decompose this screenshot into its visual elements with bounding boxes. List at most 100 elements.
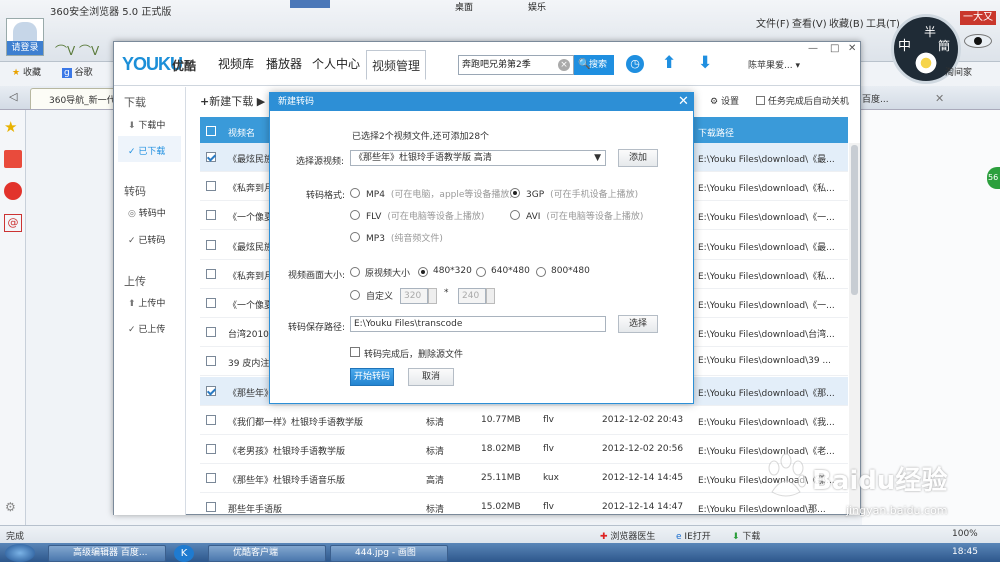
row-checkbox[interactable] <box>206 239 216 250</box>
start-transcode-button[interactable]: 开始转码 <box>350 368 394 386</box>
delete-source-checkbox[interactable] <box>350 347 360 357</box>
menu-tools[interactable]: 工具(T) <box>866 15 900 30</box>
weibo-icon[interactable] <box>4 182 22 200</box>
back-arrow-icon[interactable]: ◁ <box>9 90 17 103</box>
row-checkbox[interactable] <box>206 152 216 162</box>
tab-entertainment[interactable]: 娱乐 <box>528 0 546 13</box>
tab-personal-center[interactable]: 个人中心 <box>312 55 360 72</box>
clear-icon[interactable]: × <box>558 59 570 71</box>
size-radio-0[interactable] <box>350 267 360 277</box>
custom-height-input[interactable]: 240 <box>458 288 486 304</box>
browser-tab-baidu[interactable]: 百度... <box>862 92 889 105</box>
row-checkbox[interactable] <box>206 181 216 192</box>
row-checkbox[interactable] <box>206 210 216 221</box>
format-radio-avi[interactable] <box>510 210 520 220</box>
status-doctor[interactable]: ✚ 浏览器医生 <box>600 529 655 542</box>
table-row[interactable]: 《我们都一样》杜银玲手语教学版 标清 10.77MB flv 2012-12-02 20… <box>200 406 848 435</box>
format-radio-mp3[interactable] <box>350 232 360 242</box>
col-name-header[interactable]: 视频名 <box>228 126 255 139</box>
user-name[interactable]: 陈苹果爱... ▾ <box>748 58 800 71</box>
format-radio-flv[interactable] <box>350 210 360 220</box>
row-checkbox[interactable] <box>206 473 216 484</box>
row-checkbox[interactable] <box>206 298 216 308</box>
gear-icon[interactable]: ⚙ <box>5 500 16 514</box>
browser-close-button[interactable]: 一大又 <box>960 11 996 25</box>
fav-google[interactable]: g 谷歌 <box>62 67 93 79</box>
sidebar-item-uploaded[interactable]: ✓ 已上传 <box>128 322 165 335</box>
sidebar-item-downloading[interactable]: ⬇ 下载中 <box>128 118 165 131</box>
custom-width-input[interactable]: 320 <box>400 288 428 304</box>
cell-size: 10.77MB <box>481 414 521 425</box>
start-button[interactable] <box>5 544 35 562</box>
sidebar-item-uploading[interactable]: ⬆ 上传中 <box>128 296 165 309</box>
cell-quality: 标清 <box>426 417 445 428</box>
email-icon[interactable]: @ <box>4 214 22 232</box>
sidebar-item-downloaded[interactable]: ✓ 已下载 <box>128 144 165 157</box>
status-zoom[interactable]: 100% <box>952 529 978 539</box>
login-avatar[interactable]: 请登录 <box>6 18 44 56</box>
side-badge[interactable]: 56 <box>987 167 1000 189</box>
scroll-thumb[interactable] <box>851 145 858 295</box>
size-radio-custom[interactable] <box>350 290 360 300</box>
auto-shutdown-toggle[interactable]: 任务完成后自动关机 <box>756 94 849 107</box>
sidebar-item-transcoded[interactable]: ✓ 已转码 <box>128 233 165 246</box>
height-spinner[interactable] <box>486 288 495 304</box>
settings-button[interactable]: ⚙ 设置 <box>710 94 739 107</box>
minimize-icon[interactable]: — <box>808 43 818 54</box>
browser-tab-360nav[interactable]: 360导航_新一代... <box>30 88 120 109</box>
dialog-close-icon[interactable]: ✕ <box>678 93 689 111</box>
row-checkbox[interactable] <box>206 444 216 454</box>
source-select[interactable]: 《那些年》杜银玲手语教学版 高清 ▼ <box>350 150 606 166</box>
row-checkbox[interactable] <box>206 356 216 367</box>
col-path-header[interactable]: 下载路径 <box>698 126 734 139</box>
row-checkbox[interactable] <box>206 414 216 425</box>
tab-player[interactable]: 播放器 <box>266 55 302 72</box>
upload-icon[interactable]: ⬆ <box>662 53 676 73</box>
format-radio-3gp[interactable] <box>510 188 520 198</box>
fav-taojianjia[interactable]: 淘间家 <box>945 67 972 79</box>
fav-star-item[interactable]: ★ 收藏 <box>12 67 41 79</box>
add-button[interactable]: 添加 <box>618 149 658 167</box>
row-checkbox[interactable] <box>206 268 216 279</box>
table-row[interactable]: 那些年手语版 标清 15.02MB flv 2012-12-14 14:47 E:\You… <box>200 493 848 523</box>
history-icon[interactable]: ◷ <box>626 55 644 73</box>
sidebar-item-transcoding[interactable]: ◎ 转码中 <box>128 206 166 219</box>
avatar-char-1: 中 <box>898 39 912 54</box>
new-download-button[interactable]: +新建下载 ▶ <box>200 93 265 109</box>
table-row[interactable]: 《老男孩》杜银玲手语教学版 标清 18.02MB flv 2012-12-02 20:5… <box>200 435 848 464</box>
row-checkbox[interactable] <box>206 502 216 513</box>
tab-video-management[interactable]: 视频管理 <box>366 50 426 80</box>
favorites-star-icon[interactable]: ★ <box>4 118 17 136</box>
calendar-icon[interactable] <box>4 150 22 168</box>
watermark-brand: Baidu经验 <box>812 466 948 496</box>
close-icon[interactable]: ✕ <box>848 43 856 54</box>
select-all-checkbox[interactable] <box>206 126 216 136</box>
size-radio-2[interactable] <box>476 267 486 277</box>
width-spinner[interactable] <box>428 288 437 304</box>
taskbar-youku[interactable]: 优酷客户端 <box>208 545 326 562</box>
taskbar-editor[interactable]: 高级编辑器 百度... <box>48 545 166 562</box>
download-icon[interactable]: ⬇ <box>698 53 712 73</box>
status-ie-open[interactable]: e IE打开 <box>676 529 711 542</box>
menu-view[interactable]: 查看(V) <box>792 15 827 30</box>
size-radio-3[interactable] <box>536 267 546 277</box>
status-download[interactable]: ⬇ 下载 <box>732 529 760 542</box>
maximize-icon[interactable]: □ <box>830 43 839 54</box>
row-checkbox[interactable] <box>206 327 216 338</box>
search-button[interactable]: 🔍 搜索 <box>574 55 614 75</box>
taskbar-k-icon[interactable]: K <box>174 545 194 562</box>
tab-desktop[interactable]: 桌面 <box>455 0 473 13</box>
menu-favorites[interactable]: 收藏(B) <box>829 15 864 30</box>
taskbar-paint[interactable]: 444.jpg - 画图 <box>330 545 448 562</box>
path-input[interactable]: E:\Youku Files\transcode <box>350 316 606 332</box>
table-row[interactable]: 《那些年》杜银玲手语音乐版 高清 25.11MB kux 2012-12-14 14:4… <box>200 464 848 494</box>
tab-video-library[interactable]: 视频库 <box>218 55 254 72</box>
row-checkbox[interactable] <box>206 385 216 396</box>
search-input[interactable]: 奔跑吧兄弟第2季 <box>458 55 574 75</box>
size-radio-1[interactable] <box>418 267 428 277</box>
cancel-button[interactable]: 取消 <box>408 368 454 386</box>
format-radio-mp4[interactable] <box>350 188 360 198</box>
menu-file[interactable]: 文件(F) <box>756 15 790 30</box>
refresh-icon[interactable]: ✕ <box>935 92 944 105</box>
browse-button[interactable]: 选择 <box>618 315 658 333</box>
